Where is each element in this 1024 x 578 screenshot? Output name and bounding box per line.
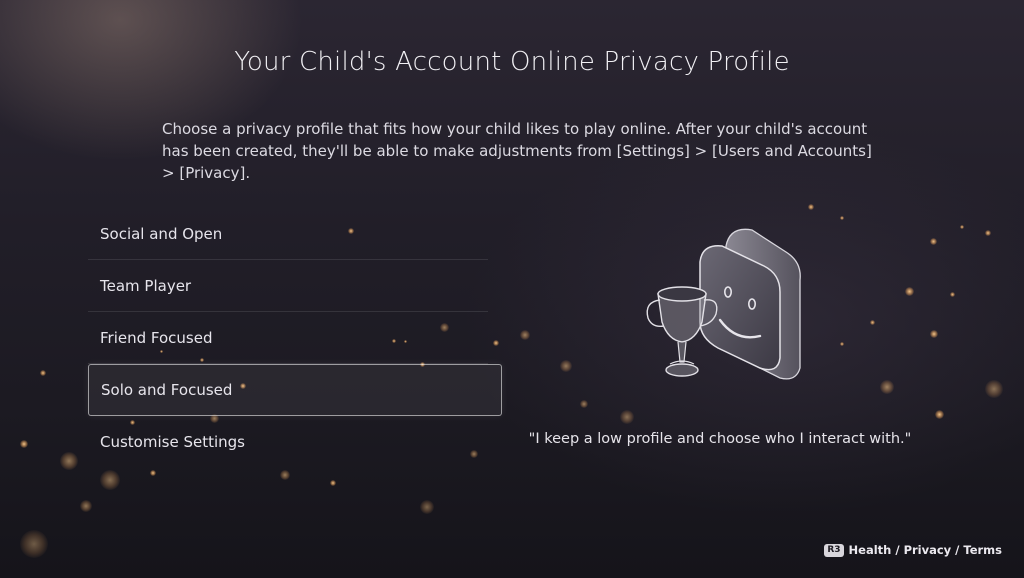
option-friend-focused[interactable]: Friend Focused <box>88 312 488 364</box>
page-title: Your Child's Account Online Privacy Prof… <box>234 47 790 77</box>
r3-button-icon: R3 <box>824 543 844 557</box>
option-label: Social and Open <box>100 224 223 243</box>
option-label: Solo and Focused <box>101 381 233 399</box>
option-customise-settings[interactable]: Customise Settings <box>88 416 488 468</box>
privacy-profile-list: Social and Open Team Player Friend Focus… <box>88 208 502 468</box>
option-label: Customise Settings <box>100 433 245 451</box>
option-solo-and-focused[interactable]: Solo and Focused <box>88 364 502 416</box>
option-team-player[interactable]: Team Player <box>88 260 488 312</box>
footer-legal-link[interactable]: R3 Health / Privacy / Terms <box>824 543 1002 557</box>
page-description: Choose a privacy profile that fits how y… <box>162 120 872 182</box>
profile-quote: "I keep a low profile and choose who I i… <box>528 431 912 447</box>
option-label: Friend Focused <box>100 328 213 347</box>
option-label: Team Player <box>100 276 192 295</box>
option-social-and-open[interactable]: Social and Open <box>88 208 488 260</box>
footer-links: Health / Privacy / Terms <box>848 543 1002 557</box>
trophy-and-smiley-face-icon <box>640 222 820 390</box>
